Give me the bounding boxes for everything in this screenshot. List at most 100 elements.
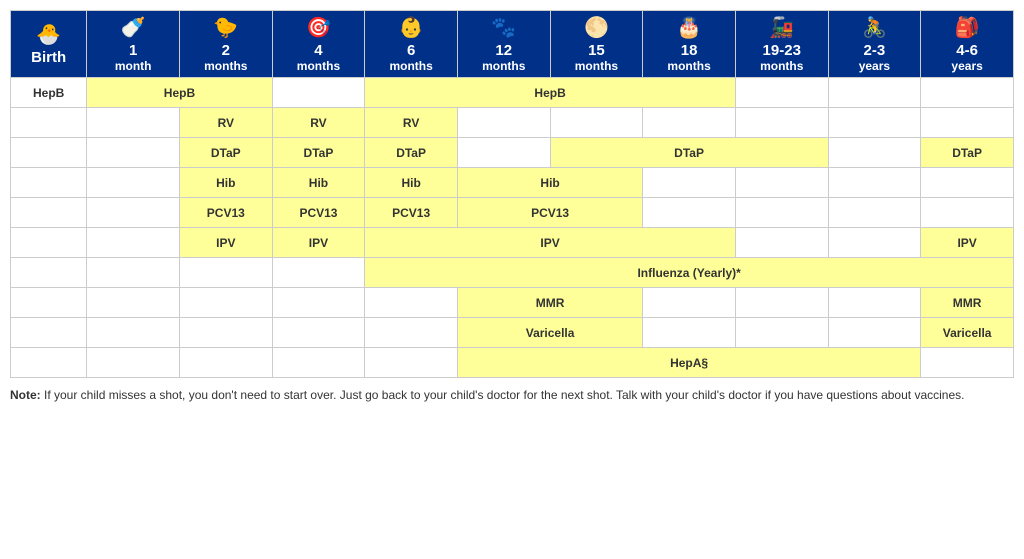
rv-empty-12mo [457,108,550,138]
pcv13-empty-18mo [643,198,736,228]
mmr-empty-2mo [179,288,272,318]
2-3yr-icon: 🚴 [832,15,918,40]
flu-empty-4mo [272,258,365,288]
pcv13-empty-1mo [87,198,180,228]
hepb-empty-4-6yr [921,78,1014,108]
varicella-empty-2mo [179,318,272,348]
varicella-empty-18mo [643,318,736,348]
flu-6mo-all: Influenza (Yearly)* [365,258,1014,288]
15mo-icon: 🌕 [554,15,640,40]
table-row: Varicella Varicella [11,318,1014,348]
rv-empty-18mo [643,108,736,138]
col-header-4mo: 🎯 4 months [272,11,365,78]
hepb-6mo-18mo: HepB [365,78,736,108]
hib-6mo: Hib [365,168,458,198]
varicella-empty-2-3yr [828,318,921,348]
dtap-6mo: DTaP [365,138,458,168]
rv-4mo: RV [272,108,365,138]
6mo-icon: 👶 [368,15,454,40]
pcv13-6mo: PCV13 [365,198,458,228]
mmr-4-6yr: MMR [921,288,1014,318]
pcv13-4mo: PCV13 [272,198,365,228]
col-header-2-3yr: 🚴 2-3 years [828,11,921,78]
note-bold: Note: [10,388,41,402]
ipv-empty-1mo [87,228,180,258]
rv-2mo: RV [179,108,272,138]
hepa-empty-4mo [272,348,365,378]
table-row: Influenza (Yearly)* [11,258,1014,288]
col-header-18mo: 🎂 18 months [643,11,736,78]
flu-empty-2mo [179,258,272,288]
hepa-empty-4-6yr [921,348,1014,378]
18mo-icon: 🎂 [646,15,732,40]
table-row: MMR MMR [11,288,1014,318]
dtap-label-empty [11,138,87,168]
hepa-empty-6mo [365,348,458,378]
vaccine-schedule-table: 🐣 Birth 🍼 1 month 🐤 2 months 🎯 4 months [10,10,1014,378]
varicella-empty-1mo [87,318,180,348]
rv-empty-1mo [87,108,180,138]
hib-empty-1mo [87,168,180,198]
pcv13-empty-19-23mo [735,198,828,228]
flu-label-empty [11,258,87,288]
dtap-empty-1mo [87,138,180,168]
rv-empty-19-23mo [735,108,828,138]
19-23mo-icon: 🚂 [739,15,825,40]
hepa-empty-2mo [179,348,272,378]
dtap-2mo: DTaP [179,138,272,168]
dtap-4mo: DTaP [272,138,365,168]
table-row: IPV IPV IPV IPV [11,228,1014,258]
table-row: DTaP DTaP DTaP DTaP DTaP [11,138,1014,168]
varicella-4-6yr: Varicella [921,318,1014,348]
pcv13-12mo-15mo: PCV13 [457,198,642,228]
birth-icon: 🐣 [14,22,83,47]
table-row: HepA§ [11,348,1014,378]
hib-label-empty [11,168,87,198]
table-row: Hib Hib Hib Hib [11,168,1014,198]
4mo-icon: 🎯 [276,15,362,40]
col-header-6mo: 👶 6 months [365,11,458,78]
hepb-empty-2-3yr [828,78,921,108]
pcv13-empty-2-3yr [828,198,921,228]
ipv-4-6yr: IPV [921,228,1014,258]
dtap-empty-12mo [457,138,550,168]
rv-empty-2-3yr [828,108,921,138]
mmr-empty-6mo [365,288,458,318]
12mo-icon: 🐾 [461,15,547,40]
hib-4mo: Hib [272,168,365,198]
hib-12mo-15mo: Hib [457,168,642,198]
varicella-12mo-15mo: Varicella [457,318,642,348]
col-header-4-6yr: 🎒 4-6 years [921,11,1014,78]
hepa-label-empty [11,348,87,378]
hib-empty-19-23mo [735,168,828,198]
hepb-empty-19-23mo [735,78,828,108]
rv-empty-15mo [550,108,643,138]
hib-2mo: Hib [179,168,272,198]
note-text: If your child misses a shot, you don't n… [41,388,965,402]
rv-label-empty [11,108,87,138]
table-row: PCV13 PCV13 PCV13 PCV13 [11,198,1014,228]
2mo-icon: 🐤 [183,15,269,40]
mmr-12mo-15mo: MMR [457,288,642,318]
col-header-2mo: 🐤 2 months [179,11,272,78]
rv-empty-4-6yr [921,108,1014,138]
mmr-empty-1mo [87,288,180,318]
mmr-empty-18mo [643,288,736,318]
col-header-12mo: 🐾 12 months [457,11,550,78]
vaccine-label-hepb: HepB [11,78,87,108]
4-6yr-icon: 🎒 [924,15,1010,40]
col-header-19-23mo: 🚂 19-23 months [735,11,828,78]
note-section: Note: If your child misses a shot, you d… [10,386,1014,404]
varicella-label-empty [11,318,87,348]
rv-6mo: RV [365,108,458,138]
ipv-2mo: IPV [179,228,272,258]
hib-empty-18mo [643,168,736,198]
flu-empty-1mo [87,258,180,288]
ipv-4mo: IPV [272,228,365,258]
ipv-empty-2-3yr [828,228,921,258]
dtap-4-6yr: DTaP [921,138,1014,168]
pcv13-2mo: PCV13 [179,198,272,228]
table-row: RV RV RV [11,108,1014,138]
1mo-icon: 🍼 [90,15,176,40]
pcv13-empty-4-6yr [921,198,1014,228]
